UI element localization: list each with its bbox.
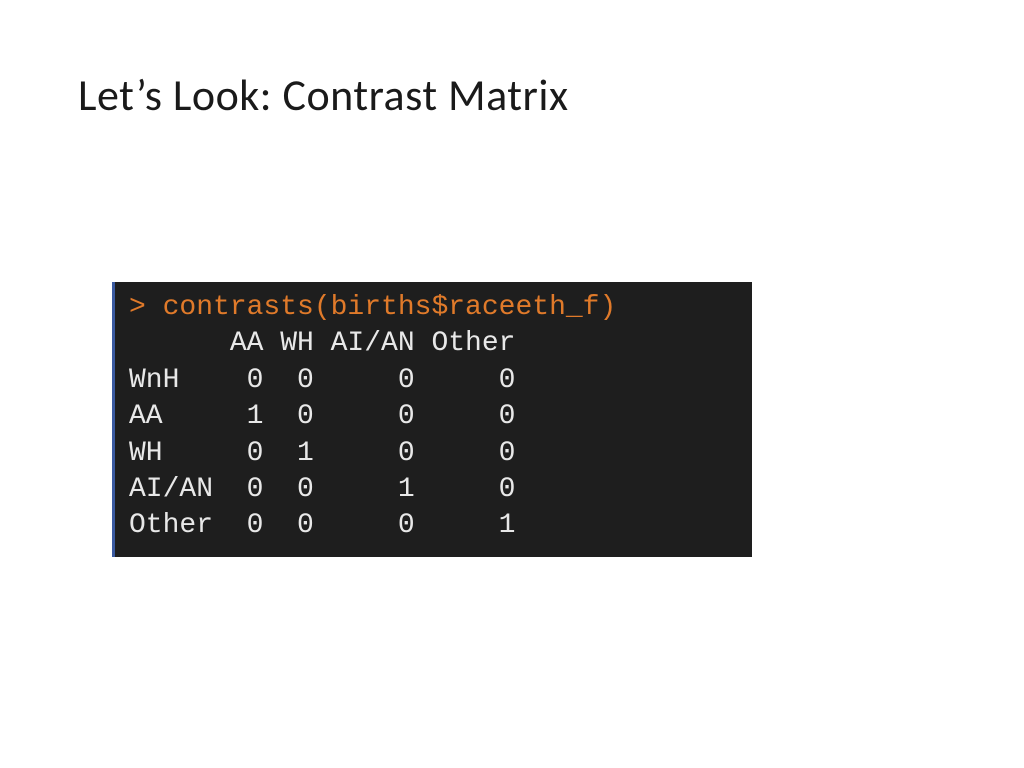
matrix-column-headers: AA WH AI/AN Other <box>129 326 738 362</box>
matrix-row: WH 0 1 0 0 <box>129 436 738 472</box>
slide: Let’s Look: Contrast Matrix > contrasts(… <box>0 0 1024 768</box>
matrix-row: WnH 0 0 0 0 <box>129 363 738 399</box>
matrix-row: AI/AN 0 0 1 0 <box>129 472 738 508</box>
matrix-row: Other 0 0 0 1 <box>129 508 738 544</box>
r-prompt-line: > contrasts(births$raceeth_f) <box>129 290 738 326</box>
r-console-output: > contrasts(births$raceeth_f) AA WH AI/A… <box>112 282 752 557</box>
matrix-row: AA 1 0 0 0 <box>129 399 738 435</box>
slide-title: Let’s Look: Contrast Matrix <box>78 68 569 122</box>
